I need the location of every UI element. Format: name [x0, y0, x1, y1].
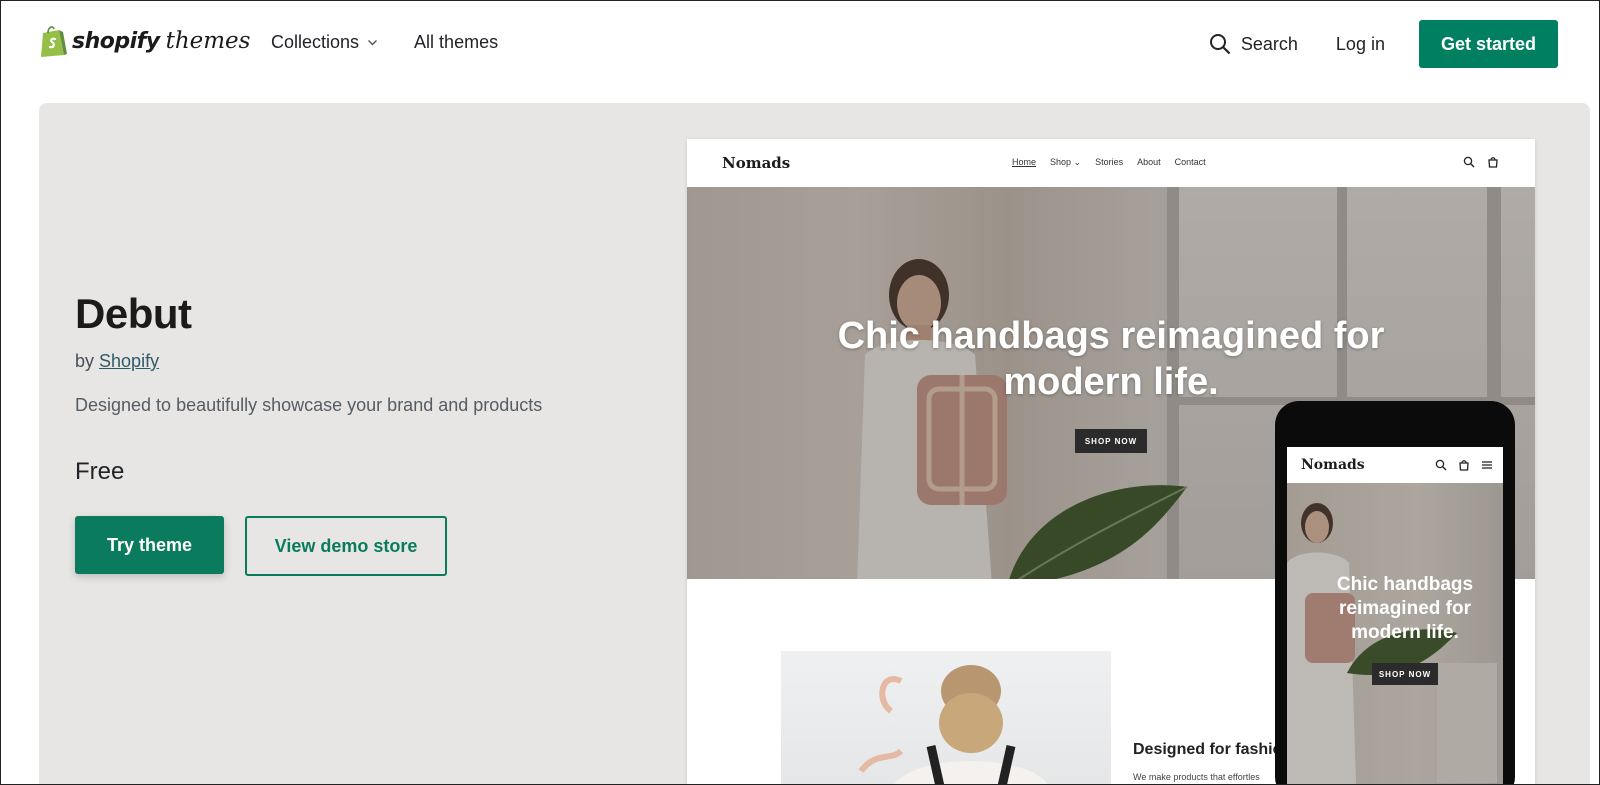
mobile-screen: Nomads Chic handbags reimagined for mode… [1287, 447, 1503, 785]
get-started-button[interactable]: Get started [1418, 20, 1558, 68]
preview-store-header: Nomads Home Shop ⌄ Stories About Contact [687, 139, 1535, 187]
preview-store-brand: Nomads [722, 154, 791, 172]
search-label: Search [1240, 33, 1298, 54]
mobile-shop-now-button: SHOP NOW [1372, 663, 1438, 685]
preview-nav-shop-label: Shop [1050, 157, 1072, 167]
search-icon [1209, 34, 1231, 55]
nav-collections[interactable]: Collections [271, 32, 378, 53]
preview-headline-line1: Chic handbags reimagined for [837, 315, 1385, 357]
mobile-headline-line3: modern life. [1351, 622, 1459, 643]
main-nav: Collections All themes [271, 32, 498, 53]
login-link[interactable]: Log in [1336, 34, 1385, 55]
shopify-themes-logo[interactable]: shopify themes [39, 24, 250, 58]
preview-feature-heading: Designed for fashic [1133, 741, 1282, 758]
theme-hero: Debut by Shopify Designed to beautifully… [39, 103, 1590, 785]
nav-all-themes[interactable]: All themes [414, 32, 498, 53]
logo-suffix: themes [165, 28, 251, 54]
preview-hero-headline: Chic handbags reimagined for modern life… [687, 313, 1535, 405]
author-prefix: by [75, 351, 95, 371]
menu-icon [1482, 461, 1492, 469]
try-theme-button[interactable]: Try theme [75, 516, 224, 574]
preview-nav-stories: Stories [1095, 157, 1124, 167]
header-actions: Search Log in Get started [1209, 20, 1558, 68]
preview-nav-shop: Shop ⌄ [1050, 157, 1082, 167]
preview-store-nav: Home Shop ⌄ Stories About Contact [1012, 157, 1220, 168]
nav-collections-label: Collections [271, 32, 360, 52]
model-back-figure [858, 665, 1049, 785]
preview-nav-home: Home [1012, 157, 1037, 167]
preview-headline-line2: modern life. [1003, 361, 1219, 403]
preview-header-icons [1451, 156, 1499, 168]
theme-author: by Shopify [75, 351, 159, 372]
preview-feature-text: We make products that effortles [1133, 772, 1260, 782]
site-header: shopify themes Collections All themes Se… [0, 0, 1600, 88]
search-icon [1435, 459, 1447, 471]
author-link[interactable]: Shopify [99, 351, 159, 371]
preview-nav-about: About [1137, 157, 1161, 167]
cart-icon [1459, 460, 1469, 471]
logo-wordmark: shopify [72, 28, 160, 54]
mobile-headline-line1: Chic handbags [1336, 574, 1474, 595]
cart-icon [1488, 157, 1498, 168]
mobile-store-header: Nomads [1287, 447, 1503, 483]
search-icon [1463, 156, 1475, 168]
theme-title: Debut [75, 290, 192, 337]
theme-description: Designed to beautifully showcase your br… [75, 395, 543, 415]
chevron-down-icon [368, 40, 378, 46]
mobile-headline-line2: reimagined for [1339, 598, 1471, 619]
shopify-bag-icon [41, 26, 67, 57]
preview-nav-contact: Contact [1174, 157, 1206, 167]
search-button[interactable]: Search [1209, 33, 1298, 55]
mobile-preview: Nomads Chic handbags reimagined for mode… [1275, 401, 1515, 785]
view-demo-store-button[interactable]: View demo store [245, 516, 447, 576]
mobile-hero-image: Chic handbags reimagined for modern life… [1287, 483, 1503, 785]
theme-price: Free [75, 458, 125, 485]
mobile-store-brand: Nomads [1301, 457, 1365, 473]
mobile-header-icons [1424, 459, 1493, 471]
preview-shop-now-button: SHOP NOW [1075, 429, 1147, 453]
mobile-hero-headline: Chic handbags reimagined for modern life… [1287, 573, 1503, 645]
preview-feature-image [781, 651, 1111, 785]
